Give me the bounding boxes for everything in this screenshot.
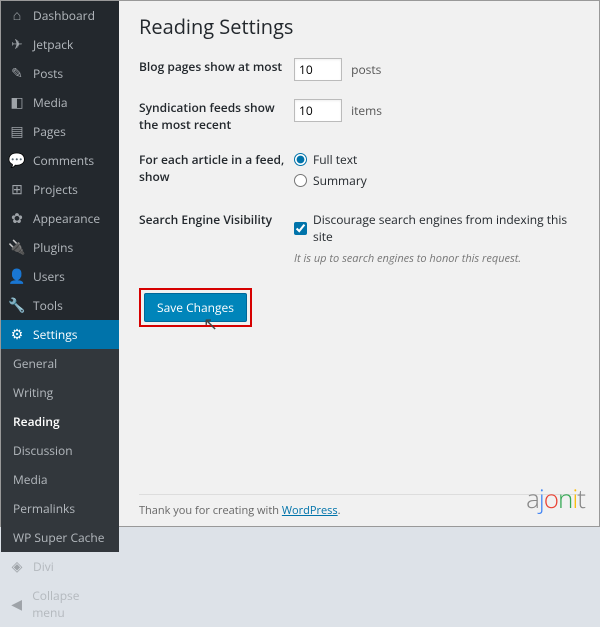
syndication-input[interactable] (294, 99, 342, 122)
blog-pages-input[interactable] (294, 58, 342, 81)
sidebar-item-comments[interactable]: 💬 Comments (1, 146, 119, 175)
save-highlight: Save Changes ↖ (139, 288, 252, 327)
sidebar-item-divi[interactable]: ◈ Divi (1, 552, 119, 581)
sidebar-item-label: Dashboard (33, 7, 95, 24)
sidebar-sub-reading[interactable]: Reading (1, 407, 119, 436)
sidebar-item-label: Projects (33, 181, 78, 198)
sidebar-item-media[interactable]: ◧ Media (1, 88, 119, 117)
projects-icon: ⊞ (9, 182, 25, 198)
sidebar-item-label: Divi (33, 558, 54, 575)
posts-icon: ✎ (9, 66, 25, 82)
sidebar-item-appearance[interactable]: ✿ Appearance (1, 204, 119, 233)
tools-icon: 🔧 (9, 298, 25, 314)
sidebar-item-label: Settings (33, 326, 78, 343)
visibility-label: Search Engine Visibility (139, 211, 294, 228)
settings-content: Reading Settings Blog pages show at most… (119, 1, 599, 526)
sidebar-item-plugins[interactable]: 🔌 Plugins (1, 233, 119, 262)
sidebar-item-label: Posts (33, 65, 63, 82)
appearance-icon: ✿ (9, 211, 25, 227)
collapse-menu-icon: ◀ (9, 596, 24, 612)
sidebar-sub-media[interactable]: Media (1, 465, 119, 494)
sidebar-item-label: Collapse menu (32, 587, 111, 621)
footer-link[interactable]: WordPress (282, 503, 338, 518)
sidebar-item-label: Users (33, 268, 65, 285)
visibility-checkbox[interactable] (294, 222, 307, 235)
comments-icon: 💬 (9, 153, 25, 169)
media-icon: ◧ (9, 95, 25, 111)
sidebar-item-label: Comments (33, 152, 94, 169)
footer-text: Thank you for creating with (139, 503, 282, 518)
plugins-icon: 🔌 (9, 240, 25, 256)
feed-full-label: Full text (313, 151, 357, 168)
visibility-note: It is up to search engines to honor this… (294, 251, 579, 266)
visibility-check-label: Discourage search engines from indexing … (313, 211, 579, 245)
sidebar-item-label: Media (33, 94, 68, 111)
sidebar-item-label: Jetpack (33, 36, 73, 53)
sidebar-sub-discussion[interactable]: Discussion (1, 436, 119, 465)
sidebar-sub-permalinks[interactable]: Permalinks (1, 494, 119, 523)
footer: Thank you for creating with WordPress. (139, 494, 579, 518)
syndication-label: Syndication feeds show the most recent (139, 99, 294, 133)
users-icon: 👤 (9, 269, 25, 285)
admin-sidebar: ⌂ Dashboard ✈ Jetpack ✎ Posts ◧ Media ▤ Pages 💬 Co… (1, 1, 119, 526)
sidebar-item-dashboard[interactable]: ⌂ Dashboard (1, 1, 119, 30)
sidebar-item-settings[interactable]: ⚙ Settings (1, 320, 119, 349)
sidebar-item-label: Tools (33, 297, 63, 314)
page-title: Reading Settings (139, 13, 579, 40)
sidebar-item-label: Appearance (33, 210, 100, 227)
sidebar-item-users[interactable]: 👤 Users (1, 262, 119, 291)
feed-show-label: For each article in a feed, show (139, 151, 294, 185)
syndication-suffix: items (351, 102, 382, 119)
sidebar-item-projects[interactable]: ⊞ Projects (1, 175, 119, 204)
feed-full-radio[interactable] (294, 153, 307, 166)
jetpack-icon: ✈ (9, 37, 25, 53)
feed-summary-radio[interactable] (294, 174, 307, 187)
dashboard-icon: ⌂ (9, 8, 25, 24)
sidebar-sub-wp-super-cache[interactable]: WP Super Cache (1, 523, 119, 552)
sidebar-item-collapse-menu[interactable]: ◀ Collapse menu (1, 581, 119, 627)
feed-summary-label: Summary (313, 172, 367, 189)
blog-pages-label: Blog pages show at most (139, 58, 294, 75)
save-button[interactable]: Save Changes (144, 293, 247, 322)
sidebar-item-label: Plugins (33, 239, 73, 256)
sidebar-item-label: Pages (33, 123, 66, 140)
blog-pages-suffix: posts (351, 61, 381, 78)
divi-icon: ◈ (9, 559, 25, 575)
sidebar-item-jetpack[interactable]: ✈ Jetpack (1, 30, 119, 59)
sidebar-sub-writing[interactable]: Writing (1, 378, 119, 407)
brand-logo: ajonit (526, 480, 585, 516)
pages-icon: ▤ (9, 124, 25, 140)
sidebar-sub-general[interactable]: General (1, 349, 119, 378)
sidebar-item-posts[interactable]: ✎ Posts (1, 59, 119, 88)
settings-icon: ⚙ (9, 327, 25, 343)
sidebar-item-pages[interactable]: ▤ Pages (1, 117, 119, 146)
sidebar-item-tools[interactable]: 🔧 Tools (1, 291, 119, 320)
